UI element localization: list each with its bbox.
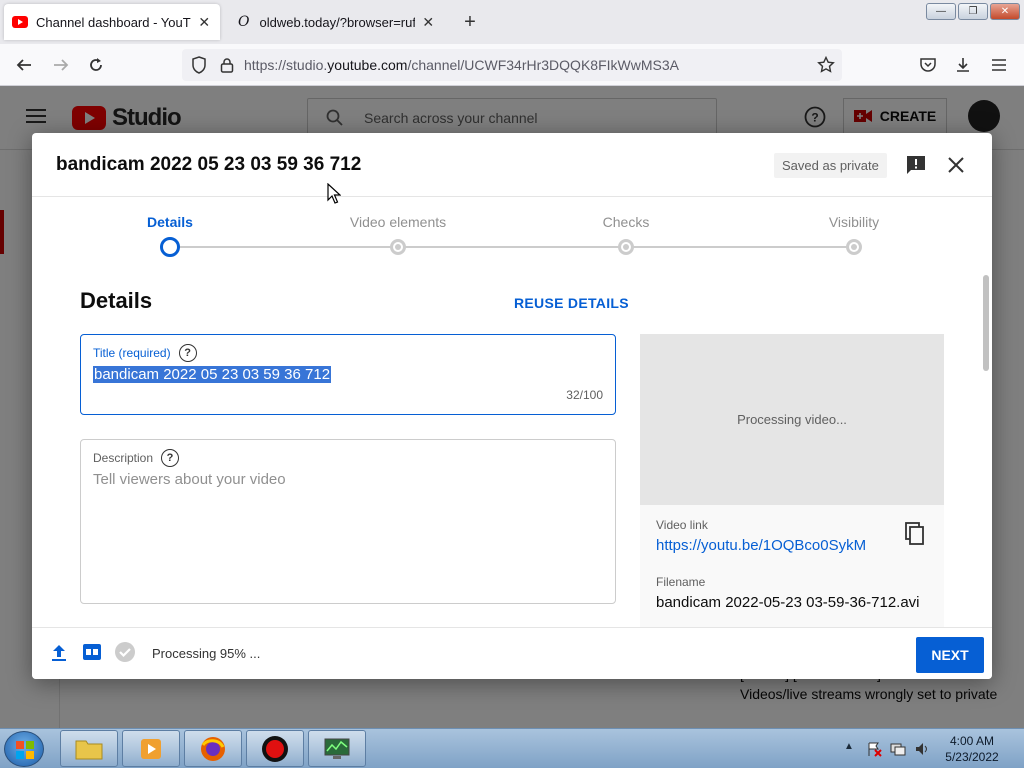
video-preview-panel: Processing video... Video link https://y…: [640, 334, 944, 627]
windows-taskbar: ▲ 4:00 AM 5/23/2022: [0, 728, 1024, 768]
saved-status-chip: Saved as private: [774, 153, 887, 178]
dialog-content: Details REUSE DETAILS Title (required) ?…: [32, 273, 992, 627]
help-icon[interactable]: ?: [178, 344, 197, 362]
close-window-button[interactable]: ✕: [990, 3, 1020, 20]
firefox-icon: [201, 736, 225, 761]
close-tab-icon[interactable]: ✕: [421, 14, 437, 31]
step-label: Video elements: [349, 214, 447, 230]
filename-label: Filename: [656, 575, 706, 589]
reload-icon[interactable]: [85, 54, 107, 76]
tracking-protection-shield-icon[interactable]: [188, 54, 210, 76]
close-dialog-icon[interactable]: [944, 153, 968, 177]
step-label: Checks: [602, 214, 650, 230]
oldweb-favicon-icon: O: [238, 14, 250, 30]
taskbar-media-player[interactable]: [122, 730, 180, 767]
processing-status-text: Processing 95% ...: [152, 646, 261, 661]
restore-window-button[interactable]: ❐: [958, 3, 988, 20]
hd-processing-icon: [82, 643, 102, 661]
filename-value: bandicam 2022-05-23 03-59-36-712.avi: [656, 594, 920, 611]
url-text: https://studio.youtube.com/channel/UCWF3…: [244, 57, 679, 73]
upload-details-dialog: bandicam 2022 05 23 03 59 36 712 Saved a…: [32, 133, 992, 679]
description-field[interactable]: Description ? Tell viewers about your vi…: [80, 439, 616, 604]
minimize-window-button[interactable]: —: [926, 3, 956, 20]
video-link[interactable]: https://youtu.be/1OQBco0SykM: [656, 537, 866, 554]
step-dot: [618, 239, 634, 255]
folder-icon: [75, 740, 103, 759]
copy-icon[interactable]: [904, 522, 928, 546]
browser-nav-bar: https://studio.youtube.com/channel/UCWF3…: [0, 44, 1024, 86]
taskbar-bandicam[interactable]: [246, 730, 304, 767]
dialog-scrollbar[interactable]: [982, 273, 990, 627]
feedback-icon[interactable]: [904, 153, 928, 177]
record-icon: [262, 735, 288, 762]
mouse-cursor-icon: [327, 182, 342, 205]
video-preview: Processing video...: [640, 334, 944, 505]
windows-logo-icon: [16, 741, 34, 759]
network-icon[interactable]: [890, 741, 906, 757]
tab-title: Channel dashboard - YouTube Studio: [36, 14, 191, 30]
stepper-track: [170, 246, 854, 248]
pocket-icon[interactable]: [917, 54, 939, 76]
scrollbar-thumb[interactable]: [983, 275, 989, 371]
section-heading: Details: [80, 288, 153, 313]
media-player-icon: [141, 738, 161, 759]
upload-stepper: Details Video elements Checks Visibility: [32, 197, 992, 267]
browser-tab-bar: Channel dashboard - YouTube Studio ✕ O o…: [0, 0, 1024, 44]
upload-icon: [50, 643, 70, 663]
next-button[interactable]: NEXT: [916, 637, 984, 673]
step-dot: [160, 237, 180, 257]
clock-time: 4:00 AM: [949, 734, 995, 748]
tab-title: oldweb.today/?browser=ruffle#: [259, 14, 415, 30]
title-input-value[interactable]: bandicam 2022 05 23 03 59 36 712: [93, 366, 332, 383]
title-field[interactable]: Title (required) ? bandicam 2022 05 23 0…: [80, 334, 616, 415]
step-dot: [846, 239, 862, 255]
system-clock[interactable]: 4:00 AM 5/23/2022: [942, 733, 1002, 765]
taskbar-firefox[interactable]: [184, 730, 242, 767]
show-hidden-icons-icon[interactable]: ▲: [844, 741, 860, 757]
close-tab-icon[interactable]: ✕: [197, 14, 212, 31]
bookmark-star-icon[interactable]: [815, 54, 837, 76]
action-center-flag-icon[interactable]: [866, 741, 882, 757]
title-character-count: 32/100: [566, 388, 603, 402]
dialog-title: bandicam 2022 05 23 03 59 36 712: [56, 154, 362, 175]
description-label-text: Description: [93, 451, 154, 465]
clock-date: 5/23/2022: [945, 750, 999, 764]
video-link-label: Video link: [656, 518, 708, 532]
reuse-details-button[interactable]: REUSE DETAILS: [514, 295, 629, 311]
step-label: Details: [147, 214, 193, 230]
downloads-icon[interactable]: [952, 54, 974, 76]
volume-icon[interactable]: [914, 741, 930, 757]
dialog-header: bandicam 2022 05 23 03 59 36 712 Saved a…: [32, 133, 992, 197]
title-field-label: Title (required) ?: [93, 344, 197, 362]
lock-icon[interactable]: [216, 54, 238, 76]
help-icon[interactable]: ?: [161, 449, 180, 467]
menu-hamburger-icon[interactable]: [988, 54, 1010, 76]
forward-icon[interactable]: [50, 54, 72, 76]
taskbar-explorer[interactable]: [60, 730, 118, 767]
start-button[interactable]: [4, 731, 44, 767]
monitor-icon: [324, 738, 350, 759]
description-field-label: Description ?: [93, 449, 180, 467]
title-label-text: Title (required): [93, 346, 171, 360]
description-placeholder[interactable]: Tell viewers about your video: [93, 471, 286, 488]
step-dot: [390, 239, 406, 255]
step-label: Visibility: [828, 214, 880, 230]
youtube-favicon-icon: [12, 14, 28, 30]
checks-status-icon: [114, 641, 136, 663]
dialog-footer: Processing 95% ... NEXT: [32, 627, 992, 679]
address-bar[interactable]: https://studio.youtube.com/channel/UCWF3…: [182, 49, 842, 81]
tab-youtube-studio[interactable]: Channel dashboard - YouTube Studio ✕: [4, 4, 220, 40]
new-tab-icon[interactable]: +: [458, 10, 482, 34]
tab-oldweb[interactable]: O oldweb.today/?browser=ruffle# ✕: [228, 4, 444, 40]
back-icon[interactable]: [13, 54, 35, 76]
taskbar-task-manager[interactable]: [308, 730, 366, 767]
